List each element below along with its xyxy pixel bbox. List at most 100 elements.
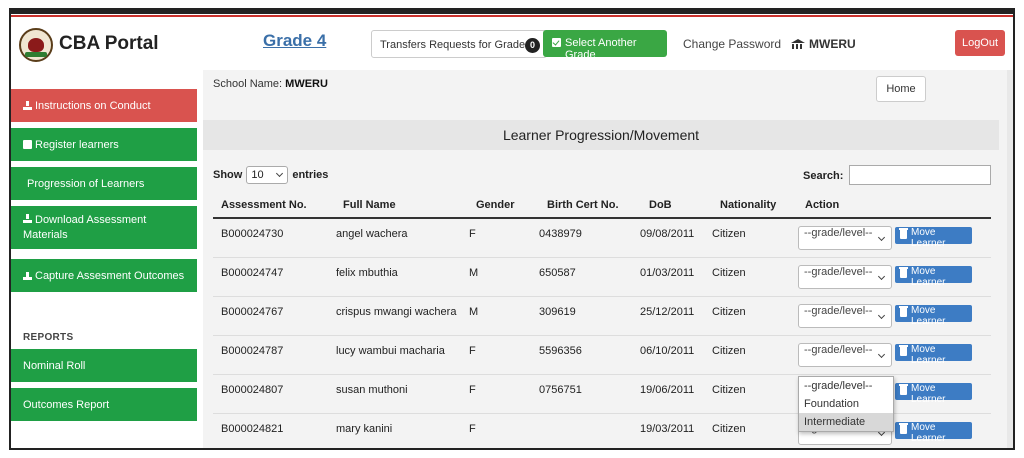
reports-heading: REPORTS [23,332,74,343]
column-header: Action [805,199,840,211]
cell-full-name: crispus mwangi wachera [336,306,457,318]
sidebar: Instructions on Conduct Register learner… [11,70,197,448]
sidebar-item-label: Outcomes Report [23,398,110,411]
search-label: Search: [803,170,844,182]
cell-gender: F [469,423,476,435]
search-input[interactable] [849,165,991,185]
school-user-label: MWERU [809,37,856,51]
sidebar-item-label: Capture Assesment Outcomes [35,269,185,282]
trash-icon [899,306,908,317]
entries-select-value: 10 [251,169,264,181]
column-header[interactable]: Full Name [343,199,396,211]
header: CBA Portal Grade 4 Transfers Requests fo… [11,22,1013,70]
grade-select-value: --grade/level-- [804,266,873,278]
school-name-value: MWERU [285,78,328,90]
cell-assessment-no: B000024807 [221,384,284,396]
column-header[interactable]: Nationality [720,199,776,211]
sidebar-item-label: Register learners [35,138,119,151]
sidebar-item-download[interactable]: Download Assessment Materials [11,206,197,249]
cell-nationality: Citizen [712,228,746,240]
move-learner-button[interactable]: Move Learner [895,266,972,288]
move-learner-button[interactable]: Move Learner [895,422,972,444]
table-row: B000024767 crispus mwangi wachera M 3096… [213,297,991,336]
grade-select-value: --grade/level-- [804,305,873,317]
grade-level-select[interactable]: --grade/level-- [798,343,892,367]
grade-link[interactable]: Grade 4 [263,31,326,51]
chevron-down-icon [877,272,886,281]
grade-level-select[interactable]: --grade/level-- [798,265,892,289]
dropdown-option-highlighted[interactable]: Intermediate [799,413,893,431]
cell-gender: F [469,384,476,396]
home-button[interactable]: Home [876,76,926,102]
trash-icon [899,384,908,395]
cell-nationality: Citizen [712,267,746,279]
coat-of-arms-logo [19,28,53,62]
select-another-grade-button[interactable]: Select Another Grade [543,30,667,61]
move-learner-button[interactable]: Move Learner [895,383,972,405]
sidebar-item-outcomes-report[interactable]: Outcomes Report [11,388,197,421]
check-icon [23,140,32,149]
scrollbar[interactable] [1007,70,1013,448]
cell-assessment-no: B000024747 [221,267,284,279]
column-header[interactable]: DoB [649,199,672,211]
brand-title: CBA Portal [59,33,159,54]
cell-assessment-no: B000024821 [221,423,284,435]
cell-full-name: angel wachera [336,228,408,240]
sidebar-item-register[interactable]: Register learners [11,128,197,161]
school-name: School Name: MWERU [213,78,328,90]
column-header[interactable]: Assessment No. [221,199,307,211]
cell-nationality: Citizen [712,306,746,318]
app-frame: CBA Portal Grade 4 Transfers Requests fo… [9,8,1015,450]
sidebar-item-progression[interactable]: Progression of Learners [11,167,197,200]
show-label: Show [213,169,243,181]
table-row: B000024747 felix mbuthia M 650587 01/03/… [213,258,991,297]
upload-icon [23,271,32,280]
institution-icon [791,39,805,49]
sidebar-item-instructions[interactable]: Instructions on Conduct [11,89,197,122]
change-password-link[interactable]: Change Password [683,37,781,51]
column-header[interactable]: Gender [476,199,515,211]
trash-icon [899,345,908,356]
cell-dob: 06/10/2011 [640,345,695,357]
cell-full-name: susan muthoni [336,384,408,396]
chevron-down-icon [276,169,284,178]
transfers-requests-button[interactable]: Transfers Requests for Grade 4 0 [371,30,547,58]
move-learner-button[interactable]: Move Learner [895,227,972,249]
dropdown-option[interactable]: Foundation [799,395,893,413]
trash-icon [899,423,908,434]
chevron-down-icon [877,350,886,359]
column-header[interactable]: Birth Cert No. [547,199,619,211]
school-user[interactable]: MWERU [791,37,856,51]
sidebar-item-label: Nominal Roll [23,359,86,372]
move-learner-label: Move Learner [911,227,946,249]
transfers-label: Transfers Requests for Grade 4 [380,39,535,51]
cell-birth-cert: 0756751 [539,384,582,396]
show-entries: Show 10 entries [213,166,328,184]
cell-dob: 25/12/2011 [640,306,695,318]
cell-birth-cert: 0438979 [539,228,582,240]
logout-button[interactable]: LogOut [955,30,1005,56]
cell-full-name: lucy wambui macharia [336,345,445,357]
trash-icon [899,267,908,278]
move-learner-label: Move Learner [911,266,946,288]
cell-assessment-no: B000024730 [221,228,284,240]
move-learner-button[interactable]: Move Learner [895,344,972,366]
move-learner-label: Move Learner [911,422,946,444]
entries-select[interactable]: 10 [246,166,289,184]
sidebar-item-label: Progression of Learners [27,177,145,190]
grade-level-select[interactable]: --grade/level-- [798,226,892,250]
move-learner-label: Move Learner [911,305,946,327]
grade-level-select[interactable]: --grade/level-- [798,304,892,328]
cell-birth-cert: 650587 [539,267,576,279]
cell-gender: F [469,345,476,357]
dropdown-option[interactable]: --grade/level-- [799,377,893,395]
sidebar-item-nominal-roll[interactable]: Nominal Roll [11,349,197,382]
sidebar-item-label: Download Assessment [35,214,147,226]
move-learner-button[interactable]: Move Learner [895,305,972,327]
select-grade-label: Select Another Grade [565,37,637,61]
move-learner-label: Move Learner [911,344,946,366]
chevron-down-icon [877,233,886,242]
move-learner-label: Move Learner [911,383,946,405]
table-header: Assessment No. Full Name Gender Birth Ce… [213,192,991,219]
sidebar-item-capture[interactable]: Capture Assesment Outcomes [11,259,197,292]
